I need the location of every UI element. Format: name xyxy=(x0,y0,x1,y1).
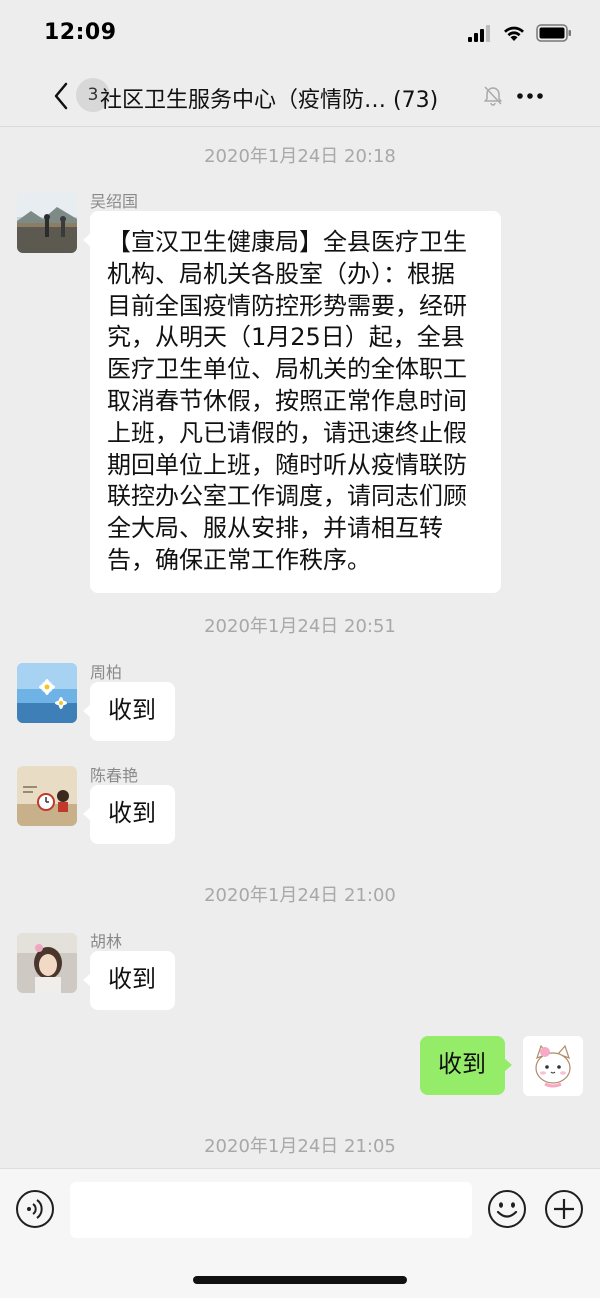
sender-name: 陈春艳 xyxy=(90,766,139,785)
chevron-left-icon xyxy=(54,82,68,110)
message-input[interactable] xyxy=(70,1182,472,1238)
chat-header: 3 社区卫生服务中心（疫情防… (73) xyxy=(0,70,600,126)
home-indicator[interactable] xyxy=(193,1276,407,1284)
message-bubble-self[interactable]: 收到 xyxy=(420,1036,512,1095)
cellular-signal-icon xyxy=(468,24,492,46)
message-bubble[interactable]: 收到 xyxy=(83,951,175,1010)
self-avatar[interactable] xyxy=(523,1036,583,1096)
back-button[interactable] xyxy=(50,80,74,112)
emoji-button[interactable] xyxy=(487,1189,527,1229)
avatar[interactable] xyxy=(17,663,77,723)
status-time: 12:09 xyxy=(44,20,117,45)
timestamp: 2020年1月24日 21:00 xyxy=(204,885,396,906)
sender-name: 吴绍国 xyxy=(90,192,139,211)
wifi-icon xyxy=(502,24,526,46)
message-bubble[interactable]: 【宣汉卫生健康局】全县医疗卫生 机构、局机关各股室（办）：根据 目前全国疫情防控… xyxy=(83,211,501,593)
plus-icon xyxy=(545,1190,583,1228)
timestamp: 2020年1月24日 20:51 xyxy=(204,616,396,637)
voice-icon xyxy=(16,1190,54,1228)
more-button[interactable] xyxy=(515,84,547,108)
header-divider xyxy=(0,126,600,127)
message-text: 收到 xyxy=(108,799,156,827)
message-bubble[interactable]: 收到 xyxy=(83,785,175,844)
chat-title: 社区卫生服务中心（疫情防… (73) xyxy=(100,88,439,113)
plus-button[interactable] xyxy=(544,1189,584,1229)
sender-name: 胡林 xyxy=(90,932,123,951)
sender-name: 周柏 xyxy=(90,663,123,682)
timestamp: 2020年1月24日 20:18 xyxy=(204,146,396,167)
message-text: 收到 xyxy=(438,1050,486,1078)
status-bar: 12:09 xyxy=(0,0,600,70)
battery-icon xyxy=(536,24,572,46)
message-text: 收到 xyxy=(108,965,156,993)
more-dots-icon xyxy=(517,93,543,99)
message-text: 收到 xyxy=(108,696,156,724)
message-bubble[interactable]: 收到 xyxy=(83,682,175,741)
message-text: 【宣汉卫生健康局】全县医疗卫生 机构、局机关各股室（办）：根据 目前全国疫情防控… xyxy=(107,228,467,574)
avatar[interactable] xyxy=(17,193,77,253)
timestamp: 2020年1月24日 21:05 xyxy=(204,1136,396,1157)
avatar[interactable] xyxy=(17,933,77,993)
emoji-icon xyxy=(488,1190,526,1228)
voice-button[interactable] xyxy=(15,1189,55,1229)
bell-slash-icon xyxy=(482,84,504,106)
avatar[interactable] xyxy=(17,766,77,826)
status-icons xyxy=(468,24,572,46)
